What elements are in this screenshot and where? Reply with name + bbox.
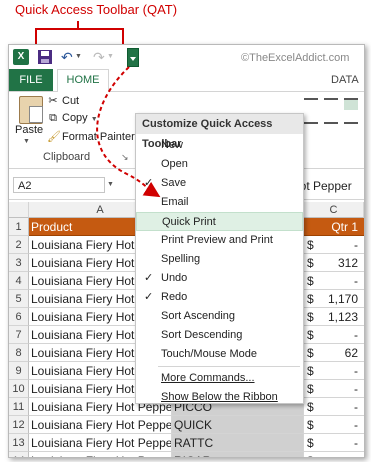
qat-callout-label: Quick Access Toolbar (QAT) [15, 2, 178, 17]
annotation-arrow [96, 66, 161, 198]
qat-bracket [35, 28, 124, 44]
excel-window: X ↶ ▼ ↷ ▼ ©TheExcelAddict.com FILE HOME … [8, 44, 365, 458]
